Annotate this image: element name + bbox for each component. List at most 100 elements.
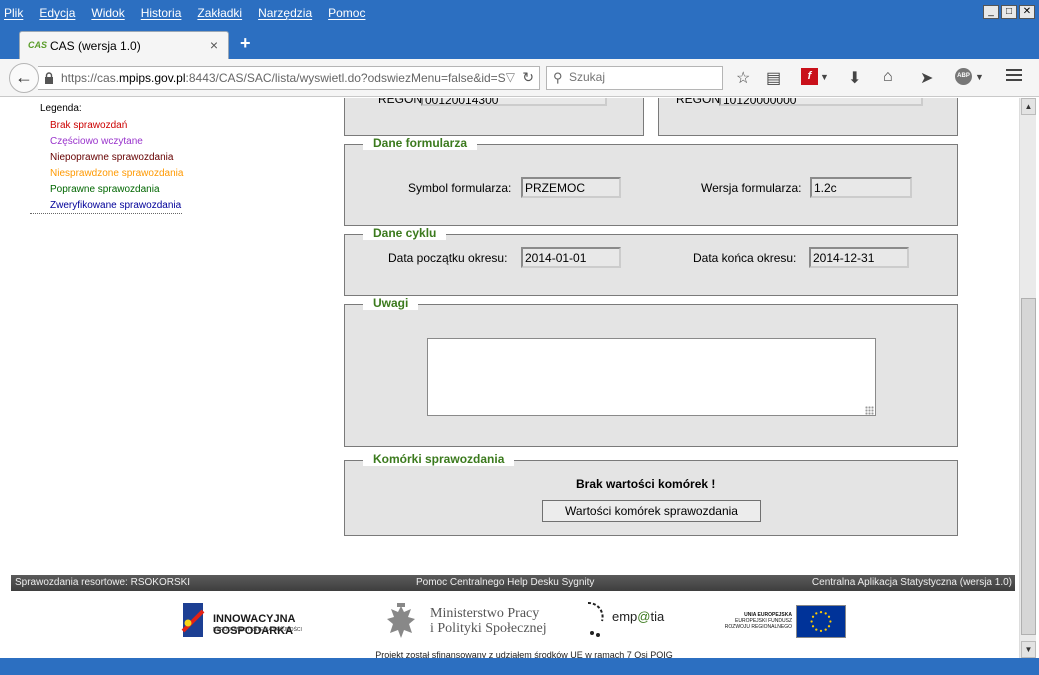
arrow-left-icon: ← bbox=[15, 67, 33, 87]
sponsor-logos: INNOWACYJNA GOSPODARKA NARODOWA STRATEGI… bbox=[0, 601, 1019, 641]
legend: Legenda: Brak sprawozdań Częściowo wczyt… bbox=[40, 103, 183, 216]
empatia-text: emp@tia bbox=[612, 609, 665, 624]
form-data-section: Dane formularza Symbol formularza: PRZEM… bbox=[344, 136, 958, 226]
footer-helpdesk-link[interactable]: Pomoc Centralnego Help Desku Sygnity bbox=[416, 577, 594, 588]
vertical-scrollbar[interactable]: ▲ ▼ bbox=[1019, 98, 1036, 658]
url-text[interactable]: https://cas.mpips.gov.pl:8443/CAS/SAC/li… bbox=[61, 71, 506, 85]
flash-dropdown-icon[interactable]: ▼ bbox=[820, 72, 829, 82]
menu-widok[interactable]: Widok bbox=[91, 6, 124, 20]
ministry-name-line1: Ministerstwo Pracy bbox=[430, 606, 540, 621]
url-dropdown-icon[interactable]: ▽ bbox=[506, 70, 515, 84]
close-icon[interactable]: ✕ bbox=[1019, 5, 1035, 19]
search-input[interactable] bbox=[569, 70, 719, 84]
innovative-economy-title: INNOWACYJNA GOSPODARKA bbox=[213, 613, 296, 637]
no-cell-values-message: Brak wartości komórek ! bbox=[576, 477, 716, 491]
page-content: Legenda: Brak sprawozdań Częściowo wczyt… bbox=[0, 98, 1019, 675]
eu-line3: ROZWOJU REGIONALNEGO bbox=[724, 624, 792, 630]
footer-app-name: Centralna Aplikacja Statystyczna (wersja… bbox=[811, 577, 1012, 588]
url-bar[interactable]: https://cas.mpips.gov.pl:8443/CAS/SAC/li… bbox=[38, 66, 540, 90]
scroll-up-icon[interactable]: ▲ bbox=[1021, 98, 1036, 115]
cycle-data-section: Dane cyklu Data początku okresu: 2014-01… bbox=[344, 226, 958, 296]
legend-item-niepoprawne: Niepoprawne sprawozdania bbox=[50, 152, 174, 163]
legend-item-brak: Brak sprawozdań bbox=[50, 120, 128, 131]
polish-eagle-icon bbox=[387, 603, 415, 638]
report-cell-values-button[interactable]: Wartości komórek sprawozdania bbox=[542, 500, 761, 522]
eu-logo: UNIA EUROPEJSKA EUROPEJSKI FUNDUSZ ROZWO… bbox=[712, 605, 846, 639]
legend-item-czesciowo: Częściowo wczytane bbox=[50, 136, 143, 147]
menu-narzedzia[interactable]: Narzędzia bbox=[258, 6, 312, 20]
symbol-value: PRZEMOC bbox=[521, 177, 621, 198]
version-label: Wersja formularza: bbox=[701, 181, 802, 195]
bookmark-star-icon[interactable]: ☆ bbox=[736, 68, 750, 88]
ministry-name-line2: i Polityki Społecznej bbox=[430, 621, 547, 636]
empatia-logo: emp@tia bbox=[582, 601, 682, 643]
lock-icon bbox=[45, 72, 53, 84]
reload-icon[interactable]: ↻ bbox=[522, 69, 534, 86]
minimize-icon[interactable]: _ bbox=[983, 5, 999, 19]
period-end-label: Data końca okresu: bbox=[693, 251, 797, 265]
regon-value-right: 10120000000 bbox=[719, 98, 923, 107]
notes-textarea[interactable] bbox=[427, 338, 876, 416]
innovative-economy-mark-icon bbox=[181, 603, 205, 637]
regon-value-left: 00120014300 bbox=[421, 98, 607, 107]
search-icon: ⚲ bbox=[553, 70, 563, 85]
report-cells-section: Komórki sprawozdania Brak wartości komór… bbox=[344, 452, 958, 536]
send-icon[interactable]: ➤ bbox=[920, 68, 933, 88]
top-right-box: REGON: 10120000000 bbox=[658, 98, 958, 136]
reading-list-icon[interactable]: ▤ bbox=[766, 68, 781, 88]
home-icon[interactable]: ⌂ bbox=[883, 68, 893, 86]
scroll-down-icon[interactable]: ▼ bbox=[1021, 641, 1036, 658]
tab-cas[interactable]: CAS CAS (wersja 1.0) × bbox=[19, 31, 229, 59]
legend-divider bbox=[30, 213, 182, 214]
menu-plik[interactable]: Plik bbox=[4, 6, 23, 20]
flash-icon[interactable]: f bbox=[801, 68, 818, 85]
adblock-dropdown-icon[interactable]: ▼ bbox=[975, 72, 984, 82]
download-icon[interactable]: ⬇ bbox=[848, 68, 861, 88]
ministry-logo: Ministerstwo Pracy i Polityki Społecznej bbox=[384, 603, 564, 641]
window-controls: _ □ ✕ bbox=[983, 5, 1035, 19]
legend-title: Legenda: bbox=[40, 103, 82, 114]
report-cells-legend: Komórki sprawozdania bbox=[363, 452, 515, 466]
eu-text: UNIA EUROPEJSKA EUROPEJSKI FUNDUSZ ROZWO… bbox=[712, 612, 792, 630]
resize-grip-icon[interactable] bbox=[865, 406, 874, 415]
top-left-box: REGON: 00120014300 bbox=[344, 98, 644, 136]
empatia-mark-icon bbox=[587, 601, 604, 637]
legend-item-poprawne: Poprawne sprawozdania bbox=[50, 184, 160, 195]
regon-label-right: REGON: bbox=[676, 98, 724, 106]
version-value: 1.2c bbox=[810, 177, 912, 198]
adblock-icon[interactable]: ABP bbox=[955, 68, 972, 85]
window-bottom-border bbox=[0, 658, 1039, 675]
notes-legend: Uwagi bbox=[363, 296, 419, 310]
cycle-data-legend: Dane cyklu bbox=[363, 226, 447, 240]
cas-favicon-icon: CAS bbox=[28, 40, 48, 50]
menu-pomoc[interactable]: Pomoc bbox=[328, 6, 365, 20]
footer-bar: Sprawozdania resortowe: RSOKORSKI Pomoc … bbox=[11, 575, 1015, 591]
maximize-icon[interactable]: □ bbox=[1001, 5, 1017, 19]
regon-label-left: REGON: bbox=[378, 98, 426, 106]
back-button[interactable]: ← bbox=[9, 63, 39, 93]
tab-title: CAS (wersja 1.0) bbox=[50, 39, 141, 53]
footer-user: Sprawozdania resortowe: RSOKORSKI bbox=[15, 577, 191, 588]
tab-close-icon[interactable]: × bbox=[210, 37, 218, 53]
menu-edycja[interactable]: Edycja bbox=[39, 6, 75, 20]
period-start-value: 2014-01-01 bbox=[521, 247, 621, 268]
notes-section: Uwagi bbox=[344, 296, 958, 447]
eu-flag-icon bbox=[796, 605, 846, 638]
navigation-bar: https://cas.mpips.gov.pl:8443/CAS/SAC/li… bbox=[0, 59, 1039, 97]
innovative-economy-logo: INNOWACYJNA GOSPODARKA NARODOWA STRATEGI… bbox=[180, 601, 360, 641]
search-bar[interactable]: ⚲ bbox=[546, 66, 723, 90]
menu-historia[interactable]: Historia bbox=[141, 6, 182, 20]
legend-item-niesprawdzone: Niesprawdzone sprawozdania bbox=[50, 168, 184, 179]
innovative-economy-subtitle: NARODOWA STRATEGIA SPÓJNOŚCI bbox=[213, 627, 302, 633]
period-end-value: 2014-12-31 bbox=[809, 247, 909, 268]
scroll-thumb[interactable] bbox=[1021, 298, 1036, 635]
symbol-label: Symbol formularza: bbox=[408, 181, 512, 195]
menu-zakladki[interactable]: Zakładki bbox=[197, 6, 242, 20]
form-data-legend: Dane formularza bbox=[363, 136, 478, 150]
title-bar: Plik Edycja Widok Historia Zakładki Narz… bbox=[0, 0, 1039, 28]
ministry-name: Ministerstwo Pracy i Polityki Społecznej bbox=[430, 606, 547, 636]
menu-bar: Plik Edycja Widok Historia Zakładki Narz… bbox=[4, 6, 381, 20]
new-tab-icon[interactable]: + bbox=[240, 33, 251, 54]
menu-hamburger-icon[interactable] bbox=[1006, 69, 1022, 84]
tab-strip: CAS CAS (wersja 1.0) × + bbox=[0, 28, 1039, 59]
